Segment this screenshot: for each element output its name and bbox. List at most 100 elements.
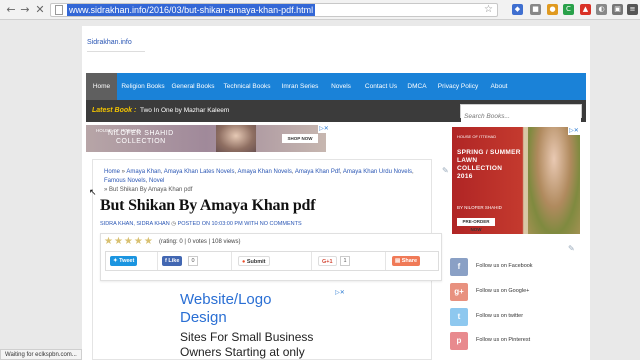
follow-label: Follow us on twitter — [476, 313, 524, 319]
tweet-button[interactable]: ✦ Tweet — [110, 256, 138, 266]
menu-item-about[interactable]: About — [487, 73, 511, 100]
sidebar-ad[interactable]: HOUSE OF ITTEHAD SPRING / SUMMER LAWN CO… — [452, 127, 580, 234]
extension-icon[interactable]: ◆ — [512, 4, 523, 15]
breadcrumb-item[interactable]: Amaya Khan — [126, 169, 160, 175]
ad-heading[interactable]: Website/Logo Design — [180, 291, 340, 327]
pinterest-icon: p — [450, 332, 468, 350]
menu-item-novels[interactable]: Novels — [327, 73, 355, 100]
post-date: POSTED ON 10:03:00 PM WITH NO COMMENTS — [177, 221, 302, 227]
menu-item-home[interactable]: Home — [86, 73, 117, 100]
ad-subtext: Sites For Small Business Owners Starting… — [180, 330, 314, 359]
follow-pinterest[interactable]: p Follow us on Pinterest — [450, 332, 580, 352]
breadcrumb-current: But Shikan By Amaya Khan pdf — [109, 187, 193, 193]
post-title: But Shikan By Amaya Khan pdf — [100, 197, 316, 214]
follow-label: Follow us on Google+ — [476, 288, 530, 294]
google-plus-icon: g+ — [450, 283, 468, 301]
latest-book-ticker: Latest Book : Two In One by Mazhar Kalee… — [86, 100, 586, 123]
ad-headline: SPRING / SUMMER LAWN COLLECTION 2016 — [457, 149, 521, 180]
breadcrumb-item[interactable]: Amaya Khan Urdu Novels — [343, 169, 412, 175]
site-title[interactable]: Sidrakhan.info — [87, 39, 132, 46]
facebook-icon: f — [450, 258, 468, 276]
browser-status-bar: Waiting for eclkspbn.com... — [0, 349, 82, 360]
breadcrumb-item[interactable]: Novel — [149, 178, 164, 184]
post-authors[interactable]: SIDRA KHAN, SIDRA KHAN — [100, 221, 170, 227]
google-plus-button[interactable]: G+1 — [318, 256, 337, 266]
ad-model-image — [216, 125, 256, 152]
text-ad[interactable]: Website/Logo Design Sites For Small Busi… — [180, 291, 340, 360]
share-cell: G+1 1 — [312, 252, 386, 270]
address-bar[interactable]: www.sidrakhan.info/2016/03/but-shikan-am… — [50, 3, 498, 17]
share-cell: ✦ Tweet — [106, 252, 158, 270]
browser-toolbar: ← → ✕ www.sidrakhan.info/2016/03/but-shi… — [0, 0, 640, 20]
ad-brand: NILOFER SHAHID COLLECTION — [108, 130, 174, 146]
follow-label: Follow us on Facebook — [476, 263, 533, 269]
banner-ad[interactable]: HOUSE OF ITTEHAD NILOFER SHAHID COLLECTI… — [86, 125, 326, 152]
ad-model-image — [528, 127, 580, 234]
wrench-icon[interactable]: ✎ — [568, 244, 578, 254]
share-cell: f Like 0 — [158, 252, 232, 270]
pre-order-button[interactable]: PRE-ORDER NOW — [457, 218, 495, 232]
shop-now-button[interactable]: SHOP NOW — [282, 134, 318, 143]
stumbleupon-submit-button[interactable]: ● Submit — [238, 256, 270, 266]
ad-choices-icon[interactable]: ▷✕ — [334, 289, 346, 297]
facebook-like-button[interactable]: f Like — [162, 256, 183, 266]
breadcrumb-item[interactable]: Amaya Khan Pdf — [295, 169, 340, 175]
menu-item-dmca[interactable]: DMCA — [407, 73, 427, 100]
breadcrumb: Home » Amaya Khan, Amaya Khan Lates Nove… — [104, 169, 414, 193]
ad-choices-icon[interactable]: ▷✕ — [318, 125, 330, 133]
extension-icon[interactable]: ● — [547, 4, 558, 15]
extension-icon[interactable]: ▣ — [612, 4, 623, 15]
clock-icon: ◷ — [171, 221, 177, 227]
rating-text: (rating: 0 | 0 votes | 108 views) — [159, 239, 241, 245]
menu-icon[interactable]: ≡ — [627, 4, 638, 15]
share-bar: ✦ Tweet f Like 0 ● Submit G+1 1 ▤ Share — [105, 251, 439, 271]
menu-item-contact-us[interactable]: Contact Us — [361, 73, 401, 100]
ticker-link[interactable]: Two In One by Mazhar Kaleem — [140, 100, 229, 122]
main-menu: Home Religion Books General Books Techni… — [86, 73, 586, 100]
wrench-icon[interactable]: ✎ — [442, 166, 452, 176]
share-button[interactable]: ▤ Share — [392, 256, 421, 266]
mouse-cursor-icon: ↖ — [89, 188, 97, 198]
extension-icon[interactable]: ■ — [530, 4, 541, 15]
share-cell: ● Submit — [232, 252, 312, 270]
ad-byline: BY NILOFER SHAHID — [457, 205, 502, 210]
breadcrumb-home[interactable]: Home — [104, 169, 120, 175]
follow-label: Follow us on Pinterest — [476, 337, 531, 343]
share-icon: ▤ — [395, 258, 402, 264]
breadcrumb-item[interactable]: Famous Novels — [104, 178, 146, 184]
breadcrumb-item[interactable]: Amaya Khan Novels — [237, 169, 291, 175]
page-icon — [55, 5, 63, 15]
extension-icon[interactable]: C — [563, 4, 574, 15]
twitter-icon: t — [450, 308, 468, 326]
rating-share-box: ★★★★★ (rating: 0 | 0 votes | 108 views) … — [100, 233, 442, 281]
menu-item-privacy-policy[interactable]: Privacy Policy — [436, 73, 480, 100]
follow-google-plus[interactable]: g+ Follow us on Google+ — [450, 283, 580, 303]
ticker-label: Latest Book : — [92, 107, 137, 114]
ad-brand-line2: COLLECTION — [116, 138, 166, 145]
address-url[interactable]: www.sidrakhan.info/2016/03/but-shikan-am… — [67, 4, 316, 16]
follow-facebook[interactable]: f Follow us on Facebook — [450, 258, 580, 278]
ad-house-label: HOUSE OF ITTEHAD — [457, 134, 497, 139]
like-count: 0 — [188, 256, 198, 266]
menu-item-technical-books[interactable]: Technical Books — [221, 73, 273, 100]
page-container: Sidrakhan.info Home Religion Books Gener… — [82, 26, 590, 360]
bookmark-star-icon[interactable]: ☆ — [484, 4, 493, 16]
gplus-count: 1 — [340, 256, 350, 266]
reload-icon[interactable]: ✕ — [33, 3, 47, 17]
search-box[interactable] — [460, 104, 582, 123]
breadcrumb-item[interactable]: Amaya Khan Lates Novels — [164, 169, 235, 175]
follow-twitter[interactable]: t Follow us on twitter — [450, 308, 580, 328]
back-icon[interactable]: ← — [4, 3, 18, 17]
rating-stars[interactable]: ★★★★★ — [104, 237, 154, 247]
menu-item-imran-series[interactable]: Imran Series — [279, 73, 321, 100]
menu-item-religion-books[interactable]: Religion Books — [119, 73, 167, 100]
extension-icon[interactable]: ◐ — [596, 4, 607, 15]
forward-icon[interactable]: → — [18, 3, 32, 17]
post-meta: SIDRA KHAN, SIDRA KHAN ◷ POSTED ON 10:03… — [100, 221, 302, 227]
extension-icon[interactable]: ▲ — [580, 4, 591, 15]
ad-choices-icon[interactable]: ▷✕ — [568, 127, 580, 135]
menu-item-general-books[interactable]: General Books — [169, 73, 217, 100]
search-input[interactable] — [461, 110, 581, 123]
share-cell: ▤ Share — [386, 252, 440, 270]
ad-brand-line1: NILOFER SHAHID — [108, 130, 174, 137]
